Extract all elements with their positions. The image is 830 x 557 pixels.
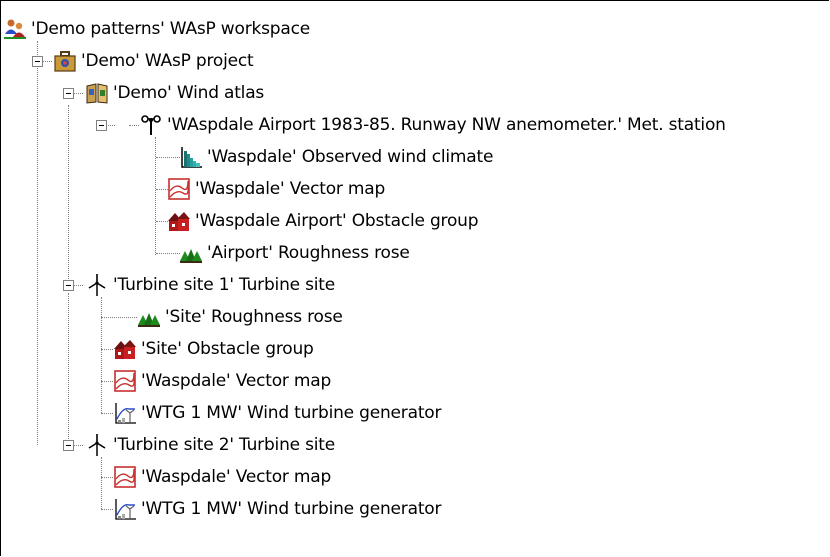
tree-item-label: 'Site' Roughness rose bbox=[165, 307, 343, 327]
tree-item-label: 'Airport' Roughness rose bbox=[207, 243, 410, 263]
tree-item-label: 'WTG 1 MW' Wind turbine generator bbox=[141, 499, 442, 519]
obstacle-group-icon bbox=[167, 209, 191, 233]
tree-item-label: 'Demo' WAsP project bbox=[81, 51, 254, 71]
tree-line bbox=[101, 349, 113, 350]
tree-line bbox=[101, 297, 102, 413]
tree-item-label: 'Waspdale' Vector map bbox=[195, 179, 386, 199]
tree-item-wind-turbine-generator[interactable]: 'WTG 1 MW' Wind turbine generator bbox=[113, 493, 441, 525]
tree-item-label: 'Site' Obstacle group bbox=[141, 339, 314, 359]
tree-line bbox=[101, 457, 102, 509]
collapse-toggle-site1[interactable] bbox=[63, 280, 74, 291]
tree-item-label: 'WTG 1 MW' Wind turbine generator bbox=[141, 403, 442, 423]
roughness-rose-icon bbox=[137, 305, 161, 329]
wind-climate-histogram-icon bbox=[179, 145, 203, 169]
workspace-tree: 'Demo patterns' WAsP workspace 'Demo' WA… bbox=[0, 0, 829, 556]
vector-map-icon bbox=[113, 369, 137, 393]
tree-line bbox=[68, 293, 69, 445]
collapse-toggle-atlas[interactable] bbox=[63, 88, 74, 99]
tree-item-vector-map[interactable]: 'Waspdale' Vector map bbox=[167, 173, 385, 205]
tree-item-observed-wind-climate[interactable]: 'Waspdale' Observed wind climate bbox=[179, 141, 493, 173]
obstacle-group-icon bbox=[113, 337, 137, 361]
turbine-site-icon bbox=[85, 433, 109, 457]
tree-line bbox=[101, 413, 113, 414]
collapse-toggle-site2[interactable] bbox=[63, 440, 74, 451]
tree-line bbox=[129, 125, 139, 126]
tree-item-wind-turbine-generator[interactable]: 'WTG 1 MW' Wind turbine generator bbox=[113, 397, 441, 429]
tree-item-workspace[interactable]: 'Demo patterns' WAsP workspace bbox=[3, 13, 310, 45]
tree-line bbox=[101, 317, 137, 318]
tree-line bbox=[156, 253, 180, 254]
tree-item-label: 'Waspdale' Vector map bbox=[141, 371, 332, 391]
wind-turbine-generator-icon bbox=[113, 497, 137, 521]
tree-item-label: 'Turbine site 1' Turbine site bbox=[113, 275, 336, 295]
tree-item-roughness-rose[interactable]: 'Site' Roughness rose bbox=[137, 301, 343, 333]
tree-item-label: 'Demo patterns' WAsP workspace bbox=[31, 19, 311, 39]
tree-line bbox=[37, 41, 38, 445]
tree-item-label: 'Waspdale Airport' Obstacle group bbox=[195, 211, 479, 231]
tree-line bbox=[68, 105, 69, 285]
wind-atlas-book-icon bbox=[85, 81, 109, 105]
tree-item-roughness-rose[interactable]: 'Airport' Roughness rose bbox=[179, 237, 410, 269]
tree-item-label: 'WAspdale Airport 1983-85. Runway NW ane… bbox=[167, 115, 726, 135]
tree-line bbox=[101, 381, 113, 382]
turbine-site-icon bbox=[85, 273, 109, 297]
collapse-toggle-met-station[interactable] bbox=[96, 120, 107, 131]
vector-map-icon bbox=[167, 177, 191, 201]
tree-item-obstacle-group[interactable]: 'Site' Obstacle group bbox=[113, 333, 314, 365]
project-briefcase-icon bbox=[53, 49, 77, 73]
tree-item-met-station[interactable]: 'WAspdale Airport 1983-85. Runway NW ane… bbox=[139, 109, 726, 141]
tree-line bbox=[101, 509, 113, 510]
wind-turbine-generator-icon bbox=[113, 401, 137, 425]
vector-map-icon bbox=[113, 465, 137, 489]
tree-item-obstacle-group[interactable]: 'Waspdale Airport' Obstacle group bbox=[167, 205, 479, 237]
tree-item-project[interactable]: 'Demo' WAsP project bbox=[53, 45, 254, 77]
anemometer-icon bbox=[139, 113, 163, 137]
tree-item-turbine-site-1[interactable]: 'Turbine site 1' Turbine site bbox=[85, 269, 335, 301]
tree-item-vector-map[interactable]: 'Waspdale' Vector map bbox=[113, 365, 331, 397]
tree-item-label: 'Waspdale' Observed wind climate bbox=[207, 147, 494, 167]
tree-item-vector-map[interactable]: 'Waspdale' Vector map bbox=[113, 461, 331, 493]
tree-line bbox=[155, 137, 156, 255]
tree-item-wind-atlas[interactable]: 'Demo' Wind atlas bbox=[85, 77, 264, 109]
tree-item-label: 'Turbine site 2' Turbine site bbox=[113, 435, 336, 455]
roughness-rose-icon bbox=[179, 241, 203, 265]
tree-line bbox=[156, 157, 180, 158]
tree-item-label: 'Waspdale' Vector map bbox=[141, 467, 332, 487]
tree-item-label: 'Demo' Wind atlas bbox=[113, 83, 265, 103]
tree-item-turbine-site-2[interactable]: 'Turbine site 2' Turbine site bbox=[85, 429, 335, 461]
collapse-toggle-project[interactable] bbox=[32, 56, 43, 67]
tree-line bbox=[101, 477, 113, 478]
workspace-icon bbox=[3, 17, 27, 41]
